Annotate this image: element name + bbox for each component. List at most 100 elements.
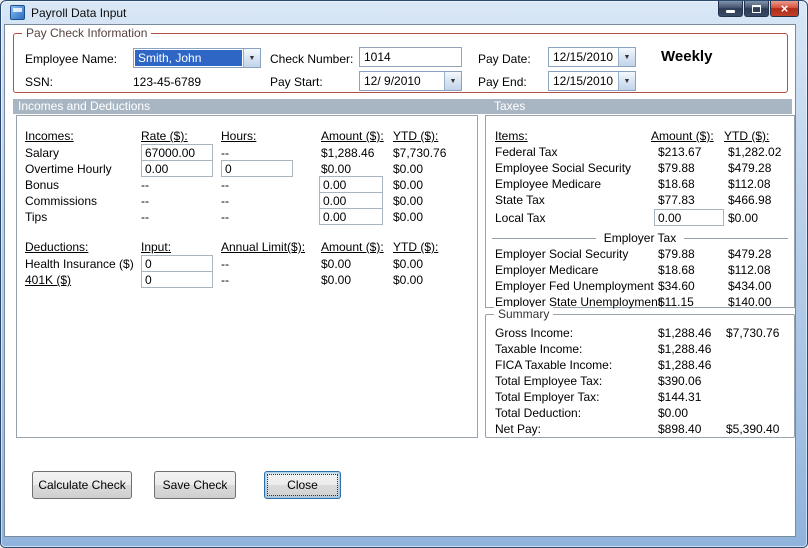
summary-amount: $0.00: [658, 406, 689, 420]
deduction-row-health: Health Insurance ($) -- $0.00 $0.00: [17, 255, 477, 272]
health-insurance-input[interactable]: [141, 255, 213, 272]
col-incomes: Incomes:: [25, 129, 74, 143]
tax-row-employer-medicare: Employer Medicare $18.68 $112.08: [486, 263, 794, 277]
tax-ytd: $434.00: [728, 279, 772, 293]
paycheck-info-group: Pay Check Information Employee Name: Smi…: [13, 26, 788, 93]
tax-label: Federal Tax: [495, 145, 558, 159]
dropdown-arrow-icon[interactable]: ▼: [618, 72, 635, 90]
pay-end-value: 12/15/2010: [553, 74, 614, 88]
tax-amount: $18.68: [658, 177, 695, 191]
title-bar[interactable]: Payroll Data Input ×: [1, 1, 807, 24]
maximize-icon: [752, 4, 761, 13]
summary-row-taxable: Taxable Income: $1,288.46: [486, 342, 794, 356]
employee-name-combo[interactable]: Smith, John ▼: [133, 48, 261, 68]
tax-amount: $34.60: [658, 279, 695, 293]
tax-label: Employer Medicare: [495, 263, 599, 277]
close-icon: ×: [780, 1, 789, 16]
summary-label: FICA Taxable Income:: [495, 358, 613, 372]
dropdown-arrow-icon[interactable]: ▼: [618, 48, 635, 66]
summary-label: Gross Income:: [495, 326, 574, 340]
income-label: Commissions: [25, 194, 98, 208]
commissions-amount-input[interactable]: [319, 192, 383, 209]
tax-label: Employer Fed Unemployment: [495, 279, 654, 293]
col-amount: Amount ($):: [321, 240, 384, 254]
check-number-input[interactable]: [359, 47, 462, 67]
check-number-label: Check Number:: [270, 52, 354, 66]
summary-amount: $1,288.46: [658, 358, 712, 372]
tax-amount: $77.83: [658, 193, 695, 207]
employer-tax-header: Employer Tax: [595, 231, 685, 245]
col-input: Input:: [141, 240, 172, 254]
col-deductions: Deductions:: [25, 240, 89, 254]
deduction-amount: $0.00: [321, 257, 352, 271]
client-area: Pay Check Information Employee Name: Smi…: [4, 24, 796, 537]
caption-buttons: ×: [717, 1, 799, 17]
col-rate: Rate ($):: [141, 129, 188, 143]
income-row-overtime: Overtime Hourly $0.00 $0.00: [17, 160, 477, 177]
income-amount: $0.00: [321, 162, 352, 176]
bonus-amount-input[interactable]: [319, 176, 383, 193]
pay-frequency-label: Weekly: [661, 48, 713, 65]
income-row-commissions: Commissions -- -- $0.00: [17, 192, 477, 209]
tax-ytd: $140.00: [728, 295, 772, 309]
ssn-value: 123-45-6789: [133, 75, 202, 89]
tax-amount: $79.88: [658, 247, 695, 261]
income-label: Overtime Hourly: [25, 162, 112, 176]
tax-ytd: $479.28: [728, 247, 772, 261]
calculate-check-button[interactable]: Calculate Check: [32, 471, 132, 499]
dropdown-arrow-icon[interactable]: ▼: [243, 49, 260, 67]
close-window-button[interactable]: ×: [770, 1, 799, 17]
overtime-hours-input[interactable]: [221, 160, 293, 177]
pay-start-value: 12/ 9/2010: [364, 74, 421, 88]
deduction-ytd: $0.00: [393, 257, 424, 271]
save-check-button[interactable]: Save Check: [154, 471, 236, 499]
tax-label: Employee Social Security: [495, 161, 632, 175]
pay-start-picker[interactable]: 12/ 9/2010 ▼: [359, 71, 462, 91]
tax-ytd: $112.08: [728, 263, 771, 277]
minimize-icon: [726, 10, 735, 13]
maximize-button[interactable]: [744, 1, 769, 17]
tax-amount: $213.67: [658, 145, 702, 159]
deduction-ytd: $0.00: [393, 273, 424, 287]
summary-amount: $1,288.46: [658, 342, 712, 356]
tax-amount: $18.68: [658, 263, 695, 277]
col-ytd: YTD ($):: [393, 129, 439, 143]
ssn-label: SSN:: [25, 75, 54, 89]
income-hours: --: [221, 146, 229, 160]
summary-ytd: $7,730.76: [726, 326, 780, 340]
summary-row-fica: FICA Taxable Income: $1,288.46: [486, 358, 794, 372]
pay-date-picker[interactable]: 12/15/2010 ▼: [548, 47, 636, 67]
dropdown-arrow-icon[interactable]: ▼: [444, 72, 461, 90]
incomes-deductions-panel: Incomes: Rate ($): Hours: Amount ($): YT…: [16, 115, 478, 438]
tax-ytd: $1,282.02: [728, 145, 782, 159]
tax-row-employer-ss: Employer Social Security $79.88 $479.28: [486, 247, 794, 261]
tips-amount-input[interactable]: [319, 208, 383, 225]
input-401k[interactable]: [141, 271, 213, 288]
summary-row-net-pay: Net Pay: $898.40 $5,390.40: [486, 422, 794, 436]
local-tax-input[interactable]: [654, 209, 724, 226]
employer-tax-divider: Employer Tax: [492, 231, 788, 245]
taxes-section-header: Taxes: [494, 99, 526, 113]
close-button[interactable]: Close: [264, 471, 341, 499]
summary-row-deduction: Total Deduction: $0.00: [486, 406, 794, 420]
tax-label: Employee Medicare: [495, 177, 602, 191]
employee-name-value: Smith, John: [135, 50, 242, 66]
window-title: Payroll Data Input: [31, 6, 127, 20]
summary-group-label: Summary: [494, 307, 554, 321]
overtime-rate-input[interactable]: [141, 160, 213, 177]
col-ytd: YTD ($):: [724, 129, 770, 143]
salary-rate-input[interactable]: [141, 144, 213, 161]
summary-label: Net Pay:: [495, 422, 542, 436]
tax-label: Employer Social Security: [495, 247, 629, 261]
income-ytd: $0.00: [393, 162, 424, 176]
summary-row-employee-tax: Total Employee Tax: $390.06: [486, 374, 794, 388]
income-label: Bonus: [25, 178, 60, 192]
link-401k[interactable]: 401K ($): [25, 273, 71, 287]
pay-end-picker[interactable]: 12/15/2010 ▼: [548, 71, 636, 91]
minimize-button[interactable]: [718, 1, 743, 17]
income-hours: --: [221, 178, 229, 192]
summary-amount: $390.06: [658, 374, 702, 388]
summary-ytd: $5,390.40: [726, 422, 780, 436]
tax-ytd: $0.00: [728, 211, 759, 225]
income-amount: $1,288.46: [321, 146, 375, 160]
